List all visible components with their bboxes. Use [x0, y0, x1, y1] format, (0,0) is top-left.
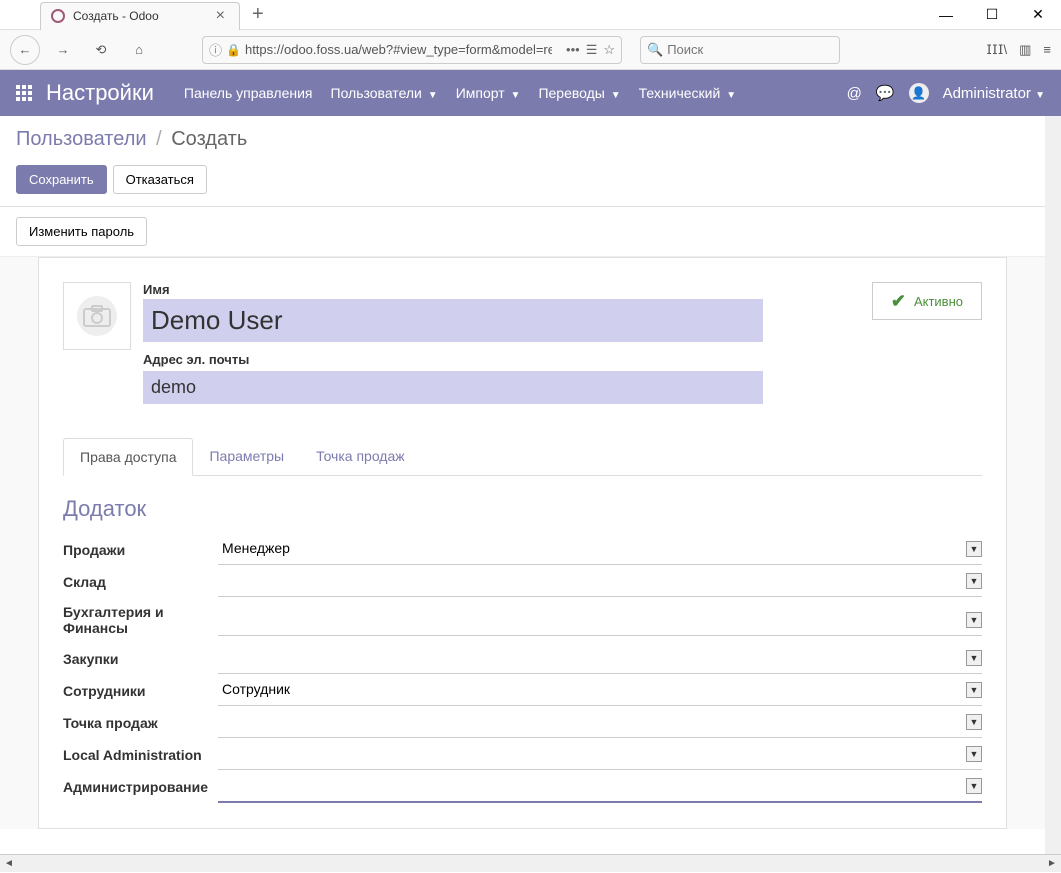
chevron-down-icon[interactable]: ▼ — [966, 778, 982, 794]
label-admin: Администрирование — [63, 773, 218, 801]
mentions-icon[interactable]: @ — [847, 85, 862, 102]
control-panel: Пользователи / Создать Сохранить Отказат… — [0, 116, 1045, 207]
menu-users[interactable]: Пользователи ▼ — [331, 85, 438, 101]
label-employees: Сотрудники — [63, 677, 218, 705]
reader-icon[interactable]: ☰ — [586, 42, 598, 58]
library-icon[interactable]: 𝖨𝖨𝖨\ — [986, 42, 1007, 58]
breadcrumb-sep: / — [156, 128, 162, 150]
sidebar-icon[interactable]: ▥ — [1019, 42, 1031, 58]
select-accounting[interactable]: ▼ — [218, 605, 982, 636]
apps-grid-icon[interactable] — [16, 85, 32, 101]
reload-button[interactable]: ⟲ — [86, 35, 116, 65]
select-warehouse[interactable]: ▼ — [218, 566, 982, 597]
select-admin[interactable]: ▼ — [218, 771, 982, 803]
select-purchases[interactable]: ▼ — [218, 643, 982, 674]
caret-down-icon: ▼ — [611, 90, 621, 101]
menu-technical[interactable]: Технический ▼ — [639, 85, 736, 101]
browser-tab[interactable]: Создать - Odoo × — [40, 2, 240, 30]
tab-access-rights[interactable]: Права доступа — [63, 438, 193, 476]
menu-icon[interactable]: ≡ — [1043, 42, 1051, 57]
label-local-admin: Local Administration — [63, 741, 218, 769]
menu-import[interactable]: Импорт ▼ — [456, 85, 521, 101]
new-tab-button[interactable]: + — [240, 3, 276, 26]
email-input[interactable] — [143, 371, 763, 404]
email-label: Адрес эл. почты — [143, 352, 763, 367]
select-local-admin[interactable]: ▼ — [218, 739, 982, 770]
browser-titlebar: Создать - Odoo × + — ☐ ✕ — [0, 0, 1061, 30]
maximize-button[interactable]: ☐ — [969, 0, 1015, 30]
url-text: https://odoo.foss.ua/web?#view_type=form… — [245, 42, 552, 57]
scroll-left-icon[interactable]: ◄ — [0, 855, 18, 873]
content-area: Пользователи / Создать Сохранить Отказат… — [0, 116, 1061, 854]
caret-down-icon: ▼ — [1035, 90, 1045, 101]
caret-down-icon: ▼ — [428, 90, 438, 101]
search-icon: 🔍 — [647, 42, 663, 58]
select-pos[interactable]: ▼ — [218, 707, 982, 738]
back-button[interactable]: ← — [10, 35, 40, 65]
save-button[interactable]: Сохранить — [16, 165, 107, 194]
star-icon[interactable]: ☆ — [603, 42, 615, 58]
lock-icon: 🔒 — [226, 43, 241, 57]
label-pos: Точка продаж — [63, 709, 218, 737]
chevron-down-icon[interactable]: ▼ — [966, 746, 982, 762]
horizontal-scrollbar[interactable]: ◄ ► — [0, 854, 1061, 872]
discard-button[interactable]: Отказаться — [113, 165, 207, 194]
label-purchases: Закупки — [63, 645, 218, 673]
search-bar[interactable]: 🔍 — [640, 36, 840, 64]
breadcrumb-parent[interactable]: Пользователи — [16, 128, 147, 150]
tabs: Права доступа Параметры Точка продаж — [63, 438, 982, 476]
scroll-right-icon[interactable]: ► — [1043, 855, 1061, 873]
user-menu[interactable]: Administrator ▼ — [943, 85, 1045, 102]
close-window-button[interactable]: ✕ — [1015, 0, 1061, 30]
label-accounting: Бухгалтерия и Финансы — [63, 598, 218, 642]
app-title: Настройки — [46, 80, 154, 106]
section-title: Додаток — [63, 496, 982, 522]
home-button[interactable]: ⌂ — [124, 35, 154, 65]
chevron-down-icon[interactable]: ▼ — [966, 573, 982, 589]
chat-icon[interactable]: 💬 — [876, 84, 895, 102]
name-input[interactable] — [143, 299, 763, 342]
app-navbar: Настройки Панель управления Пользователи… — [0, 70, 1061, 116]
check-icon: ✔ — [891, 291, 906, 312]
user-avatar-icon: 👤 — [909, 83, 929, 103]
form-sheet: Имя Адрес эл. почты ✔ Активно Права дост… — [38, 257, 1007, 829]
search-input[interactable] — [667, 42, 843, 57]
label-warehouse: Склад — [63, 568, 218, 596]
select-employees[interactable]: Сотрудник ▼ — [218, 675, 982, 706]
forward-button[interactable]: → — [48, 35, 78, 65]
avatar-upload[interactable] — [63, 282, 131, 350]
caret-down-icon: ▼ — [511, 90, 521, 101]
menu-translations[interactable]: Переводы ▼ — [538, 85, 620, 101]
chevron-down-icon[interactable]: ▼ — [966, 541, 982, 557]
change-password-button[interactable]: Изменить пароль — [16, 217, 147, 246]
breadcrumb-current: Создать — [171, 128, 247, 150]
select-sales[interactable]: Менеджер ▼ — [218, 534, 982, 565]
tab-parameters[interactable]: Параметры — [193, 438, 300, 475]
camera-icon — [77, 296, 117, 336]
info-icon[interactable]: ⓘ — [209, 40, 222, 59]
active-toggle[interactable]: ✔ Активно — [872, 282, 982, 320]
tab-pos[interactable]: Точка продаж — [300, 438, 421, 475]
chevron-down-icon[interactable]: ▼ — [966, 682, 982, 698]
chevron-down-icon[interactable]: ▼ — [966, 714, 982, 730]
tab-title: Создать - Odoo — [73, 9, 212, 23]
label-sales: Продажи — [63, 536, 218, 564]
caret-down-icon: ▼ — [726, 90, 736, 101]
menu-control-panel[interactable]: Панель управления — [184, 85, 313, 101]
chevron-down-icon[interactable]: ▼ — [966, 612, 982, 628]
tab-favicon-icon — [51, 9, 65, 23]
name-label: Имя — [143, 282, 763, 297]
active-label: Активно — [914, 294, 963, 309]
more-icon[interactable]: ••• — [566, 42, 580, 58]
chevron-down-icon[interactable]: ▼ — [966, 650, 982, 666]
minimize-button[interactable]: — — [923, 0, 969, 30]
url-bar[interactable]: ⓘ 🔒 https://odoo.foss.ua/web?#view_type=… — [202, 36, 622, 64]
browser-toolbar: ← → ⟲ ⌂ ⓘ 🔒 https://odoo.foss.ua/web?#vi… — [0, 30, 1061, 70]
breadcrumb: Пользователи / Создать — [16, 128, 1029, 151]
tab-close-icon[interactable]: × — [212, 7, 229, 25]
